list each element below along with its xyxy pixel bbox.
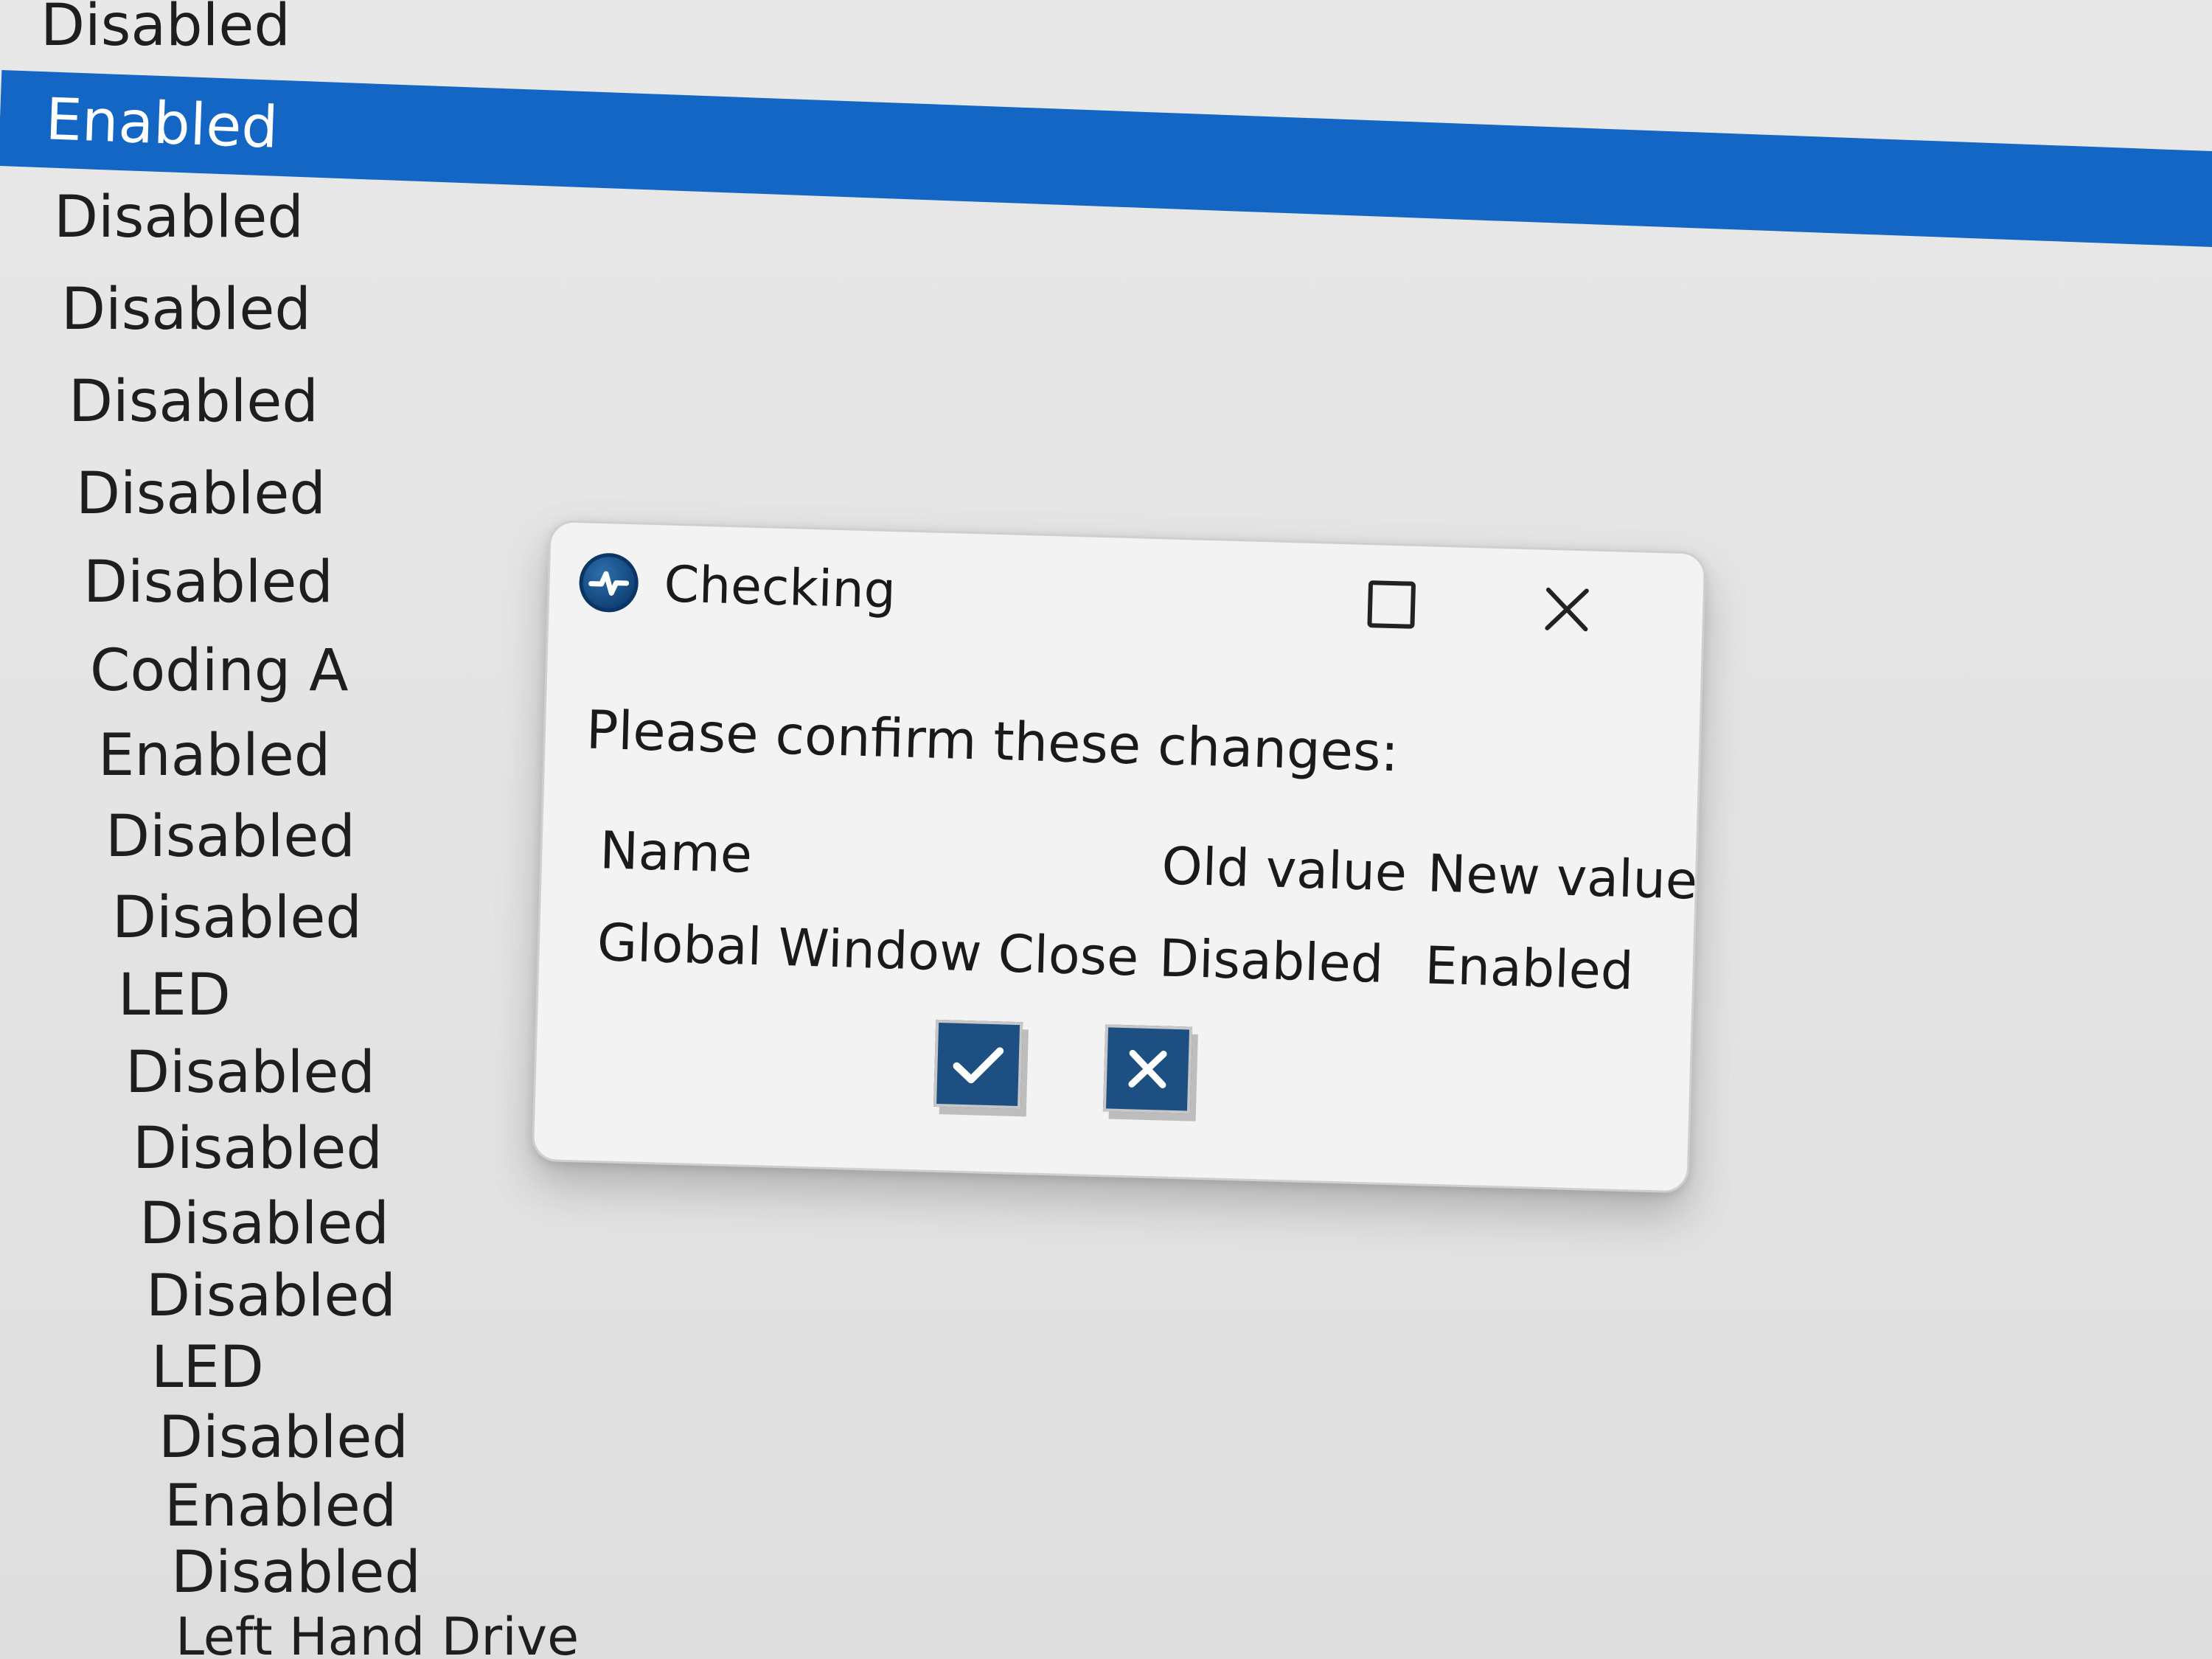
maximize-icon[interactable] (1367, 580, 1416, 629)
dialog-buttons (933, 1019, 1245, 1132)
change-old-value: Disabled (1158, 927, 1385, 995)
column-header-new-value: New value (1426, 842, 1699, 911)
list-item[interactable]: LED (0, 1331, 2212, 1405)
column-header-name: Name (599, 819, 754, 885)
dialog-title: Checking (663, 555, 897, 621)
change-new-value: Enabled (1424, 934, 1635, 1001)
list-item[interactable]: Disabled (0, 457, 2212, 531)
list-item[interactable]: Disabled (0, 1401, 2212, 1475)
list-item[interactable]: Disabled (0, 1187, 2212, 1261)
app-logo-icon (578, 552, 639, 613)
changes-table: Name Old value New value Global Window C… (596, 804, 1719, 1019)
cross-icon (1128, 1049, 1167, 1089)
list-item[interactable]: Disabled (0, 1259, 2212, 1333)
checkmark-icon (953, 1047, 1004, 1084)
change-name: Global Window Close (596, 911, 1140, 988)
list-item[interactable]: Disabled (0, 273, 2212, 347)
confirm-changes-dialog: Checking Please confirm these changes: N… (531, 520, 1707, 1194)
list-item[interactable]: Disabled (0, 1536, 2212, 1610)
list-item[interactable]: Disabled (0, 181, 2212, 254)
list-item[interactable]: Enabled (0, 1470, 2212, 1543)
close-icon[interactable] (1537, 579, 1597, 639)
list-item[interactable]: Disabled (0, 365, 2212, 439)
confirm-button[interactable] (933, 1019, 1023, 1110)
list-item[interactable]: Disabled (0, 0, 2212, 63)
cancel-button[interactable] (1102, 1024, 1193, 1114)
screen: Disabled Enabled Disabled Disabled Disab… (0, 0, 2212, 1659)
confirm-message: Please confirm these changes: (585, 698, 1399, 784)
list-item[interactable]: Left Hand Drive (0, 1600, 2212, 1659)
column-header-old-value: Old value (1161, 835, 1408, 903)
